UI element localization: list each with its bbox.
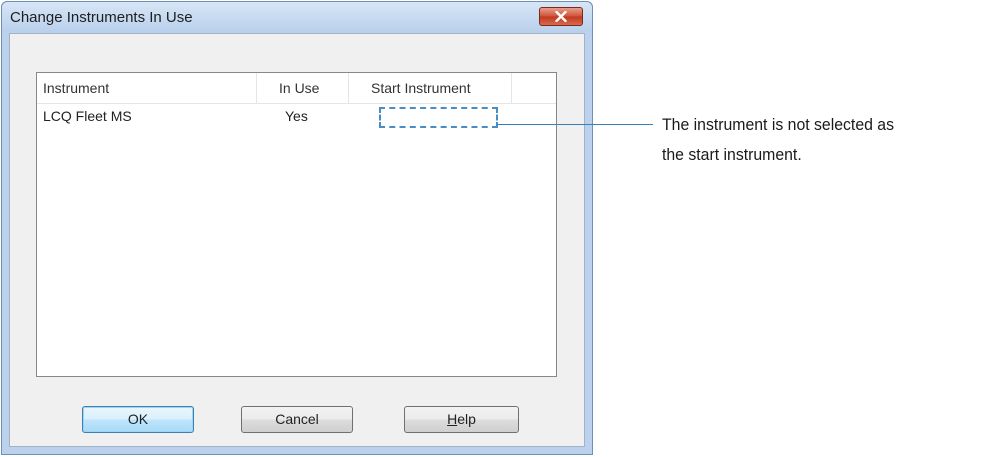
column-header-in-use[interactable]: In Use bbox=[257, 73, 349, 103]
start-instrument-highlight[interactable] bbox=[379, 107, 498, 128]
callout-annotation: The instrument is not selected as the st… bbox=[662, 110, 969, 170]
cell-in-use: Yes bbox=[285, 108, 308, 124]
ok-button-label: OK bbox=[127, 411, 149, 427]
callout-line-2: the start instrument. bbox=[662, 145, 802, 164]
cancel-button-label: Cancel bbox=[275, 411, 319, 427]
cell-instrument: LCQ Fleet MS bbox=[43, 108, 132, 124]
table-row[interactable]: LCQ Fleet MS Yes bbox=[37, 104, 556, 130]
column-header-start-instrument[interactable]: Start Instrument bbox=[349, 73, 512, 103]
help-button-label: elp bbox=[457, 411, 476, 427]
help-button[interactable]: Help bbox=[404, 406, 519, 433]
column-header-in-use-label: In Use bbox=[279, 80, 320, 96]
list-header: Instrument In Use Start Instrument bbox=[37, 73, 556, 104]
instruments-list[interactable]: Instrument In Use Start Instrument LCQ F… bbox=[36, 72, 557, 377]
callout-line-1: The instrument is not selected as bbox=[662, 115, 895, 134]
dialog-title: Change Instruments In Use bbox=[10, 9, 193, 26]
cancel-button[interactable]: Cancel bbox=[241, 406, 353, 433]
dialog-body: Instrument In Use Start Instrument LCQ F… bbox=[9, 33, 585, 447]
close-icon bbox=[555, 11, 567, 22]
help-accelerator-key: H bbox=[447, 411, 458, 427]
ok-button[interactable]: OK bbox=[82, 406, 194, 433]
column-header-start-instrument-label: Start Instrument bbox=[371, 80, 471, 96]
callout-leader-line bbox=[497, 124, 653, 125]
column-header-instrument[interactable]: Instrument bbox=[37, 73, 257, 103]
close-button[interactable] bbox=[539, 7, 583, 26]
column-header-instrument-label: Instrument bbox=[43, 80, 110, 96]
change-instruments-dialog: Change Instruments In Use Instrument In … bbox=[1, 1, 593, 455]
title-bar: Change Instruments In Use bbox=[2, 2, 592, 32]
